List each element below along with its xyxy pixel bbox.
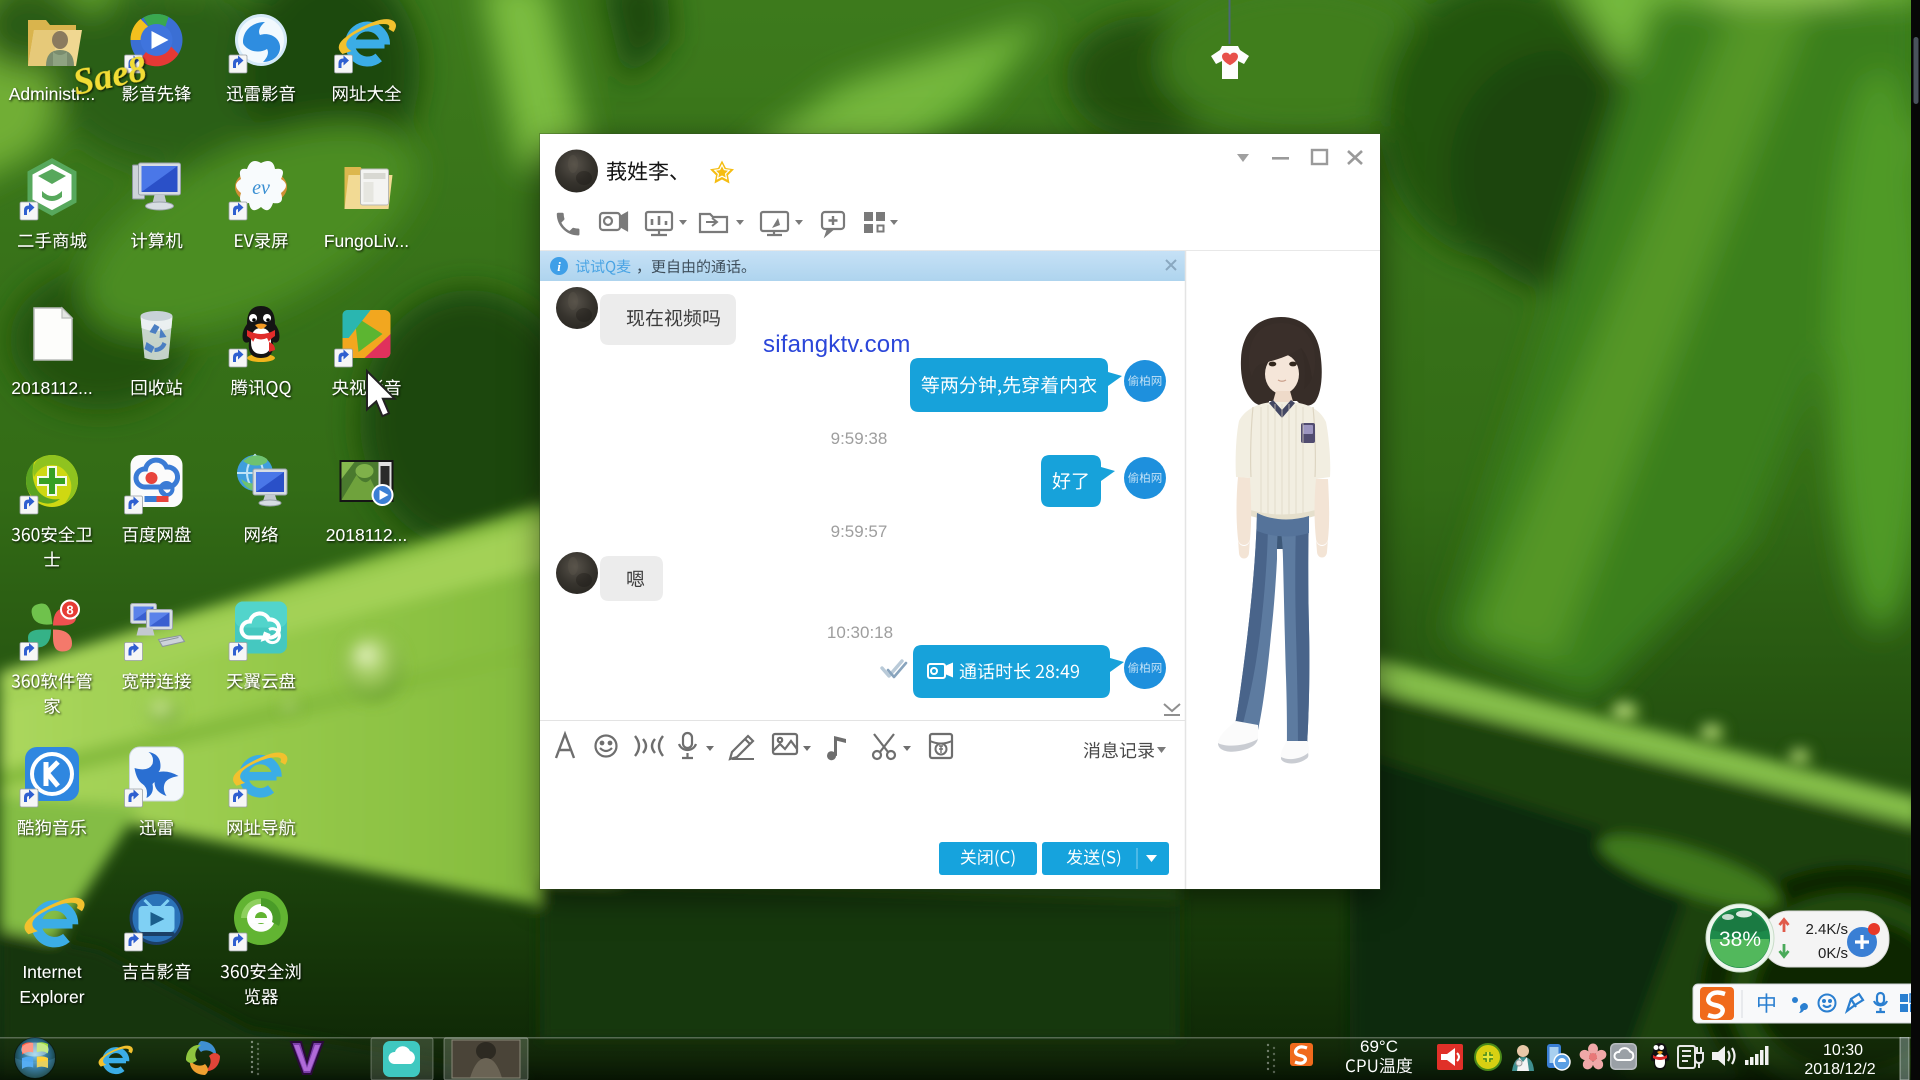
svg-text:2.4K/s: 2.4K/s — [1805, 921, 1848, 938]
svg-text:38%: 38% — [1719, 928, 1761, 951]
svg-text:0K/s: 0K/s — [1818, 945, 1848, 962]
svg-text:69°C: 69°C — [1360, 1037, 1398, 1056]
